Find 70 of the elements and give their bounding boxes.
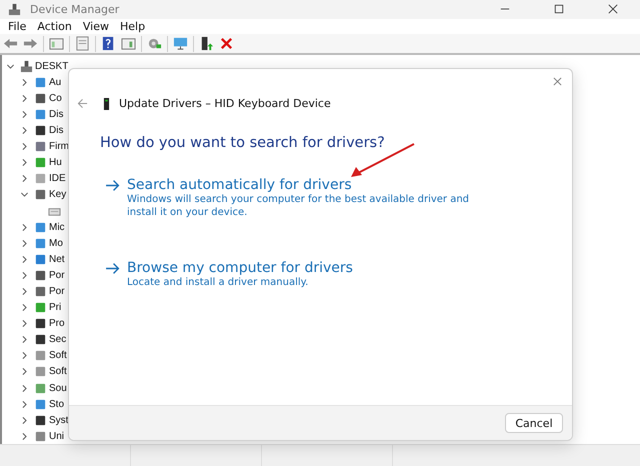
tree-item-label[interactable]: Net — [49, 254, 65, 265]
window-icon[interactable] — [121, 36, 136, 52]
device-icon — [34, 140, 47, 154]
dialog-heading: How do you want to search for drivers? — [100, 135, 386, 151]
close-icon[interactable] — [608, 4, 618, 14]
device-icon — [34, 92, 47, 105]
tree-item-label[interactable]: DESKT — [35, 60, 68, 72]
device-icon — [34, 124, 47, 138]
computer-icon — [8, 2, 21, 16]
device-icon — [103, 98, 110, 110]
tree-item-label[interactable]: Soft — [49, 366, 67, 378]
device-icon — [34, 285, 47, 298]
tree-item-label[interactable]: Sec — [49, 334, 66, 346]
tree-item-label[interactable]: Co — [49, 92, 62, 104]
menu-item[interactable]: Action — [33, 20, 79, 34]
device-icon — [34, 156, 47, 170]
device-icon — [34, 188, 47, 202]
menu-item[interactable]: Help — [116, 20, 152, 34]
tree-item-label[interactable]: Au — [49, 76, 62, 88]
device-icon — [34, 349, 47, 362]
tree-item-label[interactable]: Dis — [49, 108, 64, 120]
menu-item[interactable]: File — [4, 20, 34, 34]
tree-item-label[interactable]: Mic — [49, 222, 65, 233]
tree-item-label[interactable]: Dis — [49, 125, 64, 136]
tree-item-label[interactable]: Sto — [49, 398, 64, 410]
option-link[interactable]: Browse my computer for drivers — [127, 260, 353, 276]
device-icon[interactable] — [199, 36, 214, 52]
delete-icon[interactable] — [219, 36, 234, 52]
device-icon — [34, 398, 47, 411]
tree-item-label[interactable]: Key — [49, 189, 66, 200]
monitor-icon[interactable] — [173, 36, 188, 52]
device-icon — [34, 268, 47, 282]
device-icon — [34, 252, 47, 266]
option-description: Windows will search your computer for the best available driver and install it on your device. — [127, 193, 470, 219]
tree-item-label[interactable]: Sou — [49, 382, 67, 394]
dialog-title: Update Drivers – HID Keyboard Device — [119, 97, 331, 110]
tree-item-label[interactable]: Por — [49, 270, 65, 281]
tree-item-label[interactable]: IDE — [49, 173, 66, 184]
tree-item-label[interactable]: Por — [49, 286, 65, 298]
tree-item-label[interactable]: Syst — [49, 414, 68, 426]
option-link[interactable]: Search automatically for drivers — [127, 177, 352, 193]
tree-item-label[interactable]: Pro — [49, 318, 65, 330]
option-description: Locate and install a driver manually. — [127, 276, 310, 289]
properties-icon[interactable] — [75, 36, 90, 52]
window-title: Device Manager — [30, 2, 120, 16]
arrow-icon — [105, 178, 120, 192]
device-icon — [34, 333, 47, 346]
device-icon — [34, 382, 47, 395]
device-icon — [34, 317, 47, 330]
window-icon[interactable] — [49, 36, 64, 52]
computer-icon — [20, 60, 33, 73]
device-icon — [34, 108, 47, 121]
tree-item-label[interactable]: Uni — [49, 430, 64, 442]
back-arrow-icon[interactable] — [77, 98, 88, 109]
tree-item-label[interactable]: Soft — [49, 350, 67, 362]
tree-item-label[interactable]: Mo — [49, 238, 63, 249]
device-icon — [34, 172, 47, 186]
maximize-icon[interactable] — [554, 4, 564, 14]
device-icon — [34, 236, 47, 250]
device-icon — [34, 414, 47, 427]
device-icon — [34, 301, 47, 314]
help-icon[interactable] — [101, 36, 116, 52]
menu-item[interactable]: View — [78, 20, 116, 34]
device-icon — [34, 365, 47, 378]
tree-item-label[interactable]: Pri — [49, 302, 62, 314]
device-icon — [34, 220, 47, 234]
arrow-icon — [105, 260, 120, 276]
tree-item-label[interactable]: Hu — [49, 157, 62, 168]
device-icon — [34, 76, 47, 89]
cancel-button[interactable]: Cancel — [505, 413, 563, 433]
